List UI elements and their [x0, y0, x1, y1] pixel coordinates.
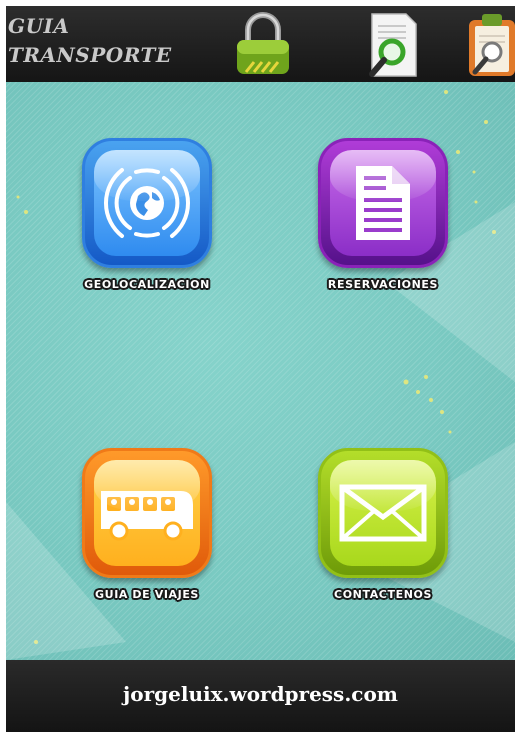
- top-toolbar: GUIA TRANSPORTE: [6, 6, 515, 82]
- geolocalizacion-label: GEOLOCALIZACION: [84, 278, 210, 291]
- guia-de-viajes-label: GUIA DE VIAJES: [95, 588, 199, 601]
- app-title-line2: TRANSPORTE: [8, 43, 172, 67]
- tile-geolocalizacion[interactable]: GEOLOCALIZACION: [62, 138, 232, 348]
- contactenos-label: CONTACTENOS: [334, 588, 432, 601]
- clipboard-search-icon[interactable]: [467, 12, 515, 82]
- guia-de-viajes-button[interactable]: [82, 448, 212, 578]
- search-document-icon[interactable]: [366, 12, 420, 82]
- contactenos-button[interactable]: [318, 448, 448, 578]
- footer-website-link[interactable]: jorgeluix.wordpress.com: [6, 682, 515, 706]
- tile-guia-de-viajes[interactable]: GUIA DE VIAJES: [62, 448, 232, 658]
- reservaciones-label: RESERVACIONES: [327, 278, 439, 291]
- main-menu-area: GEOLOCALIZACION RESERVACIONES GUIA DE VI…: [6, 82, 515, 660]
- reservaciones-button[interactable]: [318, 138, 448, 268]
- footer-bar: jorgeluix.wordpress.com: [6, 660, 515, 732]
- app-title-line1: GUIA: [8, 14, 70, 38]
- tile-contactenos[interactable]: CONTACTENOS: [298, 448, 468, 658]
- geolocalizacion-button[interactable]: [82, 138, 212, 268]
- app-frame: GUIA TRANSPORTE GEOLOCALIZACION RESERVAC…: [6, 6, 515, 732]
- app-title: GUIA TRANSPORTE: [8, 12, 178, 70]
- tile-reservaciones[interactable]: RESERVACIONES: [298, 138, 468, 348]
- lock-icon[interactable]: [234, 12, 292, 80]
